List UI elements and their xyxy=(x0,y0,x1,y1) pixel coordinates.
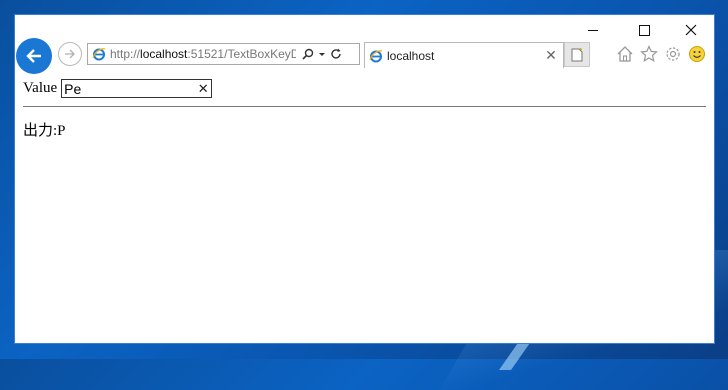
value-textbox[interactable]: ✕ xyxy=(61,79,213,98)
back-arrow-icon xyxy=(26,49,41,63)
horizontal-rule xyxy=(23,106,706,107)
clear-input-icon[interactable]: ✕ xyxy=(196,81,210,97)
tab-localhost[interactable]: localhost ✕ xyxy=(364,42,564,68)
forward-arrow-icon xyxy=(65,49,75,59)
back-button[interactable] xyxy=(16,38,52,74)
smiley-icon[interactable] xyxy=(688,45,706,63)
forward-button[interactable] xyxy=(58,42,82,66)
new-tab-button[interactable] xyxy=(564,42,590,67)
minimize-icon xyxy=(588,29,598,31)
url-path: :51521/TextBoxKeyDc xyxy=(187,47,296,61)
refresh-icon[interactable] xyxy=(330,48,342,60)
address-bar[interactable]: http://localhost:51521/TextBoxKeyDc xyxy=(87,43,360,65)
ie-logo-icon xyxy=(92,48,106,61)
home-icon[interactable] xyxy=(616,45,634,63)
dropdown-icon[interactable] xyxy=(318,48,326,60)
maximize-icon xyxy=(638,24,650,36)
command-icons xyxy=(616,45,706,63)
close-icon xyxy=(685,24,697,36)
url-scheme: http:// xyxy=(110,47,141,61)
tab-close-icon[interactable]: ✕ xyxy=(543,47,559,64)
value-label: Value xyxy=(23,80,58,96)
output-text: 出力:P xyxy=(23,123,66,139)
address-url: http://localhost:51521/TextBoxKeyDc xyxy=(110,47,296,61)
gear-icon[interactable] xyxy=(664,45,682,63)
new-tab-icon xyxy=(571,47,583,61)
value-input[interactable] xyxy=(62,81,197,96)
tab-title: localhost xyxy=(387,48,435,63)
url-host: localhost xyxy=(140,47,188,61)
browser-window: http://localhost:51521/TextBoxKeyDc loca… xyxy=(14,14,715,344)
tab-ie-logo-icon xyxy=(369,49,383,62)
navigation-toolbar: http://localhost:51521/TextBoxKeyDc loca… xyxy=(15,38,714,74)
search-icon[interactable] xyxy=(302,48,314,60)
value-row: Value ✕ xyxy=(23,79,213,98)
favorites-star-icon[interactable] xyxy=(640,45,658,63)
